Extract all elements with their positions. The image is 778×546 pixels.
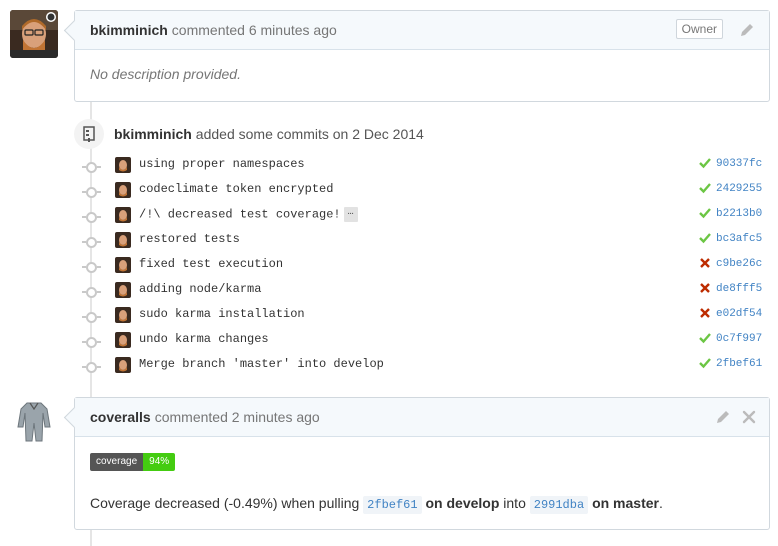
comment-box-owner: bkimminich commented 6 minutes ago Owner… — [74, 10, 770, 102]
head-sha-link[interactable]: 2fbef61 — [363, 496, 422, 514]
commit-author-avatar[interactable] — [115, 232, 131, 248]
check-icon[interactable] — [698, 231, 712, 247]
commit-dot-icon — [82, 287, 101, 298]
commit-row: sudo karma installation e02df54 — [80, 304, 768, 329]
check-icon[interactable] — [698, 156, 712, 172]
commit-message[interactable]: /!\ decreased test coverage!… — [139, 207, 358, 222]
edit-pencil-icon[interactable] — [739, 22, 755, 38]
coverage-badge-value: 94% — [143, 453, 176, 471]
commit-dot-icon — [82, 362, 101, 373]
comment-body: coverage 94% Coverage decreased (-0.49%)… — [75, 437, 769, 528]
commit-message-text[interactable]: Merge branch 'master' into develop — [139, 357, 384, 371]
commit-sha-link[interactable]: 2fbef61 — [716, 358, 762, 370]
commit-dot-icon — [82, 162, 101, 173]
commit-sha-link[interactable]: 0c7f997 — [716, 333, 762, 345]
comment-body: No description provided. — [90, 66, 241, 82]
comment-header: bkimminich commented 6 minutes ago Owner — [75, 11, 769, 50]
commit-sha-link[interactable]: de8fff5 — [716, 283, 762, 295]
commit-message[interactable]: restored tests — [139, 232, 240, 246]
commit-row: Merge branch 'master' into develop 2fbef6… — [80, 354, 768, 379]
commit-sha-link[interactable]: 90337fc — [716, 158, 762, 170]
comment-author[interactable]: bkimminich — [90, 22, 168, 38]
base-sha-link[interactable]: 2991dba — [529, 496, 589, 514]
commit-message-text[interactable]: sudo karma installation — [139, 307, 305, 321]
commit-sha-link[interactable]: e02df54 — [716, 308, 762, 320]
x-icon[interactable] — [698, 306, 712, 322]
coverage-badge[interactable]: coverage 94% — [90, 453, 176, 471]
commit-author-avatar[interactable] — [115, 332, 131, 348]
comment-timestamp[interactable]: commented 6 minutes ago — [172, 22, 337, 38]
commit-sha-link[interactable]: b2213b0 — [716, 208, 762, 220]
commit-dot-icon — [82, 237, 101, 248]
commit-message[interactable]: fixed test execution — [139, 257, 283, 271]
commit-message-text[interactable]: /!\ decreased test coverage! — [139, 208, 341, 222]
commit-row: /!\ decreased test coverage!… b2213b0 — [80, 204, 768, 229]
check-icon[interactable] — [698, 356, 712, 372]
commit-author-avatar[interactable] — [115, 307, 131, 323]
commit-message[interactable]: Merge branch 'master' into develop — [139, 357, 384, 371]
x-icon[interactable] — [698, 281, 712, 297]
commit-dot-icon — [82, 262, 101, 273]
coverage-suffix: . — [658, 495, 663, 511]
comment-box-coveralls: coveralls commented 2 minutes ago covera… — [74, 397, 770, 530]
commits-header: bkimminich added some commits on 2 Dec 2… — [74, 119, 424, 149]
commit-row: undo karma changes 0c7f997 — [80, 329, 768, 354]
push-commit-icon — [74, 119, 104, 149]
commit-author-avatar[interactable] — [115, 257, 131, 273]
commit-row: codeclimate token encrypted 2429255 — [80, 179, 768, 204]
commit-message[interactable]: sudo karma installation — [139, 307, 305, 321]
edit-pencil-icon[interactable] — [715, 409, 731, 425]
into-text: into — [503, 495, 526, 511]
commits-author[interactable]: bkimminich — [114, 126, 192, 142]
commit-message[interactable]: adding node/karma — [139, 282, 261, 296]
commit-author-avatar[interactable] — [115, 357, 131, 373]
commit-message-text[interactable]: undo karma changes — [139, 332, 269, 346]
commit-message-text[interactable]: codeclimate token encrypted — [139, 182, 333, 196]
commit-author-avatar[interactable] — [115, 182, 131, 198]
commit-message-text[interactable]: fixed test execution — [139, 257, 283, 271]
commits-action: added some commits on 2 Dec 2014 — [195, 126, 424, 142]
commit-row: fixed test execution c9be26c — [80, 254, 768, 279]
commit-sha-link[interactable]: 2429255 — [716, 183, 762, 195]
commit-dot-icon — [82, 312, 101, 323]
close-icon[interactable] — [741, 409, 757, 425]
coverage-badge-label: coverage — [90, 453, 144, 471]
comment-author[interactable]: coveralls — [90, 409, 151, 425]
head-branch: on develop — [425, 495, 500, 511]
coverage-prefix: Coverage decreased (-0.49%) when pulling — [90, 495, 360, 511]
avatar-bkimminich[interactable] — [10, 10, 58, 58]
owner-badge: Owner — [675, 19, 723, 39]
commit-row: restored tests bc3afc5 — [80, 229, 768, 254]
commit-dot-icon — [82, 212, 101, 223]
check-icon[interactable] — [698, 206, 712, 222]
x-icon[interactable] — [698, 256, 712, 272]
commit-message-text[interactable]: using proper namespaces — [139, 157, 305, 171]
commit-message[interactable]: undo karma changes — [139, 332, 269, 346]
commit-row: using proper namespaces 90337fc — [80, 154, 768, 179]
comment-header: coveralls commented 2 minutes ago — [75, 398, 769, 437]
commit-message[interactable]: using proper namespaces — [139, 157, 305, 171]
commit-author-avatar[interactable] — [115, 207, 131, 223]
commit-message-text[interactable]: restored tests — [139, 232, 240, 246]
commit-dot-icon — [82, 187, 101, 198]
commit-sha-link[interactable]: c9be26c — [716, 258, 762, 270]
coverage-text: Coverage decreased (-0.49%) when pulling… — [90, 495, 754, 514]
avatar-coveralls[interactable] — [10, 397, 58, 445]
commit-sha-link[interactable]: bc3afc5 — [716, 233, 762, 245]
base-branch: on master — [592, 495, 659, 511]
commit-author-avatar[interactable] — [115, 157, 131, 173]
expand-message-button[interactable]: … — [343, 207, 358, 222]
commit-author-avatar[interactable] — [115, 282, 131, 298]
comment-timestamp[interactable]: commented 2 minutes ago — [155, 409, 320, 425]
check-icon[interactable] — [698, 181, 712, 197]
commit-message[interactable]: codeclimate token encrypted — [139, 182, 333, 196]
commit-dot-icon — [82, 337, 101, 348]
commit-row: adding node/karma de8fff5 — [80, 279, 768, 304]
check-icon[interactable] — [698, 331, 712, 347]
commit-message-text[interactable]: adding node/karma — [139, 282, 261, 296]
